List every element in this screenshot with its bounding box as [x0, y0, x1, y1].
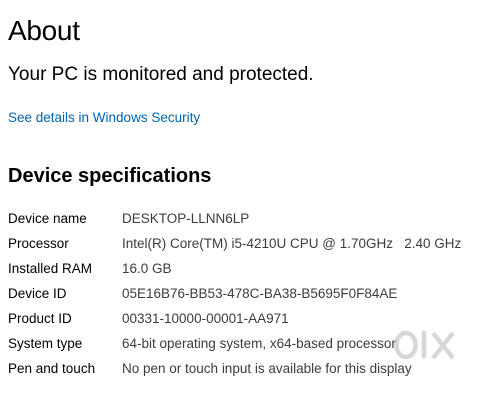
spec-label: Product ID: [8, 311, 72, 326]
spec-label: Processor: [8, 236, 69, 251]
spec-value: 05E16B76-BB53-478C-BA38-B5695F0F84AE: [122, 286, 398, 301]
device-specifications-list: Device name DESKTOP-LLNN6LP Processor In…: [8, 209, 498, 384]
spec-row-installed-ram: Installed RAM 16.0 GB: [8, 259, 498, 284]
device-specifications-heading: Device specifications: [8, 165, 212, 187]
spec-row-processor: Processor Intel(R) Core(TM) i5-4210U CPU…: [8, 234, 498, 259]
about-page: About Your PC is monitored and protected…: [8, 0, 498, 394]
spec-value: Intel(R) Core(TM) i5-4210U CPU @ 1.70GHz…: [122, 236, 462, 251]
spec-label: Pen and touch: [8, 361, 96, 376]
spec-value: 16.0 GB: [122, 261, 172, 276]
spec-value: No pen or touch input is available for t…: [122, 361, 412, 376]
spec-value: 00331-10000-00001-AA971: [122, 311, 289, 326]
page-title: About: [8, 15, 80, 46]
spec-value: DESKTOP-LLNN6LP: [122, 211, 250, 226]
spec-row-pen-and-touch: Pen and touch No pen or touch input is a…: [8, 359, 498, 384]
spec-row-device-id: Device ID 05E16B76-BB53-478C-BA38-B5695F…: [8, 284, 498, 309]
spec-label: Installed RAM: [8, 261, 93, 276]
windows-security-link[interactable]: See details in Windows Security: [8, 110, 200, 125]
protection-status: Your PC is monitored and protected.: [8, 64, 314, 85]
spec-value: 64-bit operating system, x64-based proce…: [122, 336, 396, 351]
spec-label: System type: [8, 336, 83, 351]
spec-row-device-name: Device name DESKTOP-LLNN6LP: [8, 209, 498, 234]
spec-row-product-id: Product ID 00331-10000-00001-AA971: [8, 309, 498, 334]
spec-label: Device ID: [8, 286, 67, 301]
spec-label: Device name: [8, 211, 87, 226]
spec-row-system-type: System type 64-bit operating system, x64…: [8, 334, 498, 359]
